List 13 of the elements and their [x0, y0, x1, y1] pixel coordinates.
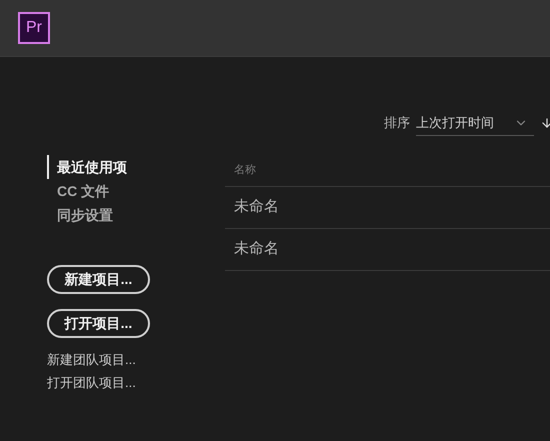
project-row[interactable]: 未命名 [225, 187, 550, 229]
project-row[interactable]: 未命名 [225, 229, 550, 271]
team-project-link[interactable]: 打开团队项目... [47, 371, 225, 394]
sort-label: 排序 [384, 114, 410, 132]
nav-item[interactable]: CC 文件 [47, 179, 225, 203]
app-logo: Pr [18, 12, 50, 44]
sort-dropdown[interactable]: 上次打开时间 [416, 110, 534, 136]
nav-item[interactable]: 最近使用项 [47, 155, 225, 179]
team-project-link[interactable]: 新建团队项目... [47, 348, 225, 371]
project-button[interactable]: 新建项目... [47, 265, 150, 294]
nav-item[interactable]: 同步设置 [47, 203, 225, 227]
column-header: 名称 [234, 163, 256, 178]
project-button[interactable]: 打开项目... [47, 309, 150, 338]
